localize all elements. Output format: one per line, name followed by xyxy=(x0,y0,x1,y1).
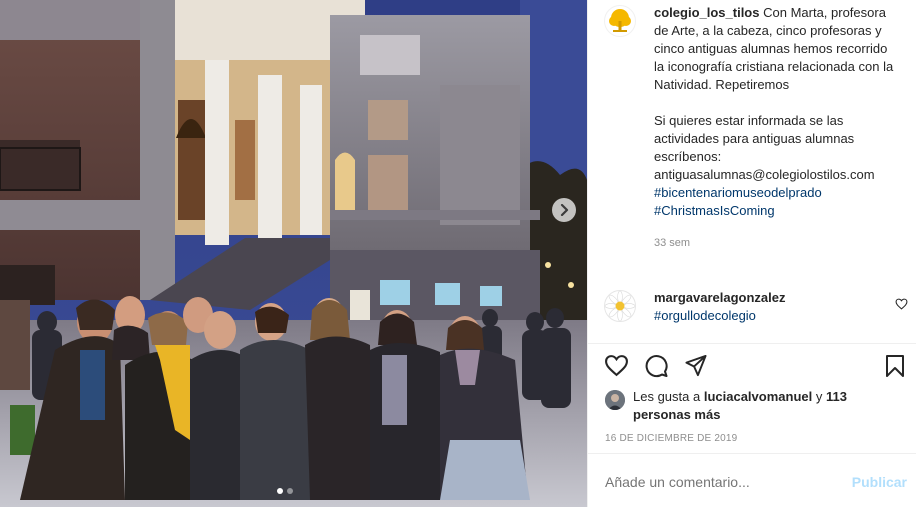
commenter-username[interactable]: margavarelagonzalez xyxy=(654,289,864,307)
likes-prefix: Les gusta a xyxy=(633,389,701,404)
commenter-avatar[interactable] xyxy=(604,290,636,322)
author-avatar[interactable] xyxy=(604,5,636,37)
carousel-dot-2 xyxy=(287,488,293,494)
person-avatar-icon xyxy=(605,390,625,410)
museum-group-photo xyxy=(0,0,587,507)
like-heart-icon[interactable] xyxy=(604,354,629,377)
liker-username[interactable]: luciacalvomanuel xyxy=(704,389,812,404)
action-bar xyxy=(604,354,904,384)
tree-logo-icon xyxy=(609,9,631,32)
post-time-ago[interactable]: 33 sem xyxy=(654,237,904,249)
comment-input[interactable] xyxy=(605,474,835,490)
comment-row: margavarelagonzalez #orgullodecolegio xyxy=(604,289,908,325)
share-paper-plane-icon[interactable] xyxy=(684,354,708,377)
like-comment-heart-icon[interactable] xyxy=(895,298,908,310)
carousel-dot-1 xyxy=(277,488,283,494)
post-date[interactable]: 16 DE DICIEMBRE DE 2019 xyxy=(605,433,737,444)
comment-hashtag[interactable]: #orgullodecolegio xyxy=(654,307,864,325)
post-caption: colegio_los_tilos Con Marta, profesora d… xyxy=(654,4,900,220)
caption-text-2: Si quieres estar informada se las activi… xyxy=(654,113,875,182)
publish-button[interactable]: Publicar xyxy=(852,474,907,490)
comment-bubble-icon[interactable] xyxy=(644,354,669,378)
caption-block: colegio_los_tilos Con Marta, profesora d… xyxy=(604,4,904,249)
post-photo[interactable] xyxy=(0,0,587,507)
carousel-indicator xyxy=(277,488,293,494)
likes-connector: y xyxy=(815,389,823,404)
chevron-right-icon xyxy=(560,204,569,216)
hashtag-link[interactable]: #bicentenariomuseodelprado xyxy=(654,184,900,202)
post-details-panel: colegio_los_tilos Con Marta, profesora d… xyxy=(587,0,916,507)
likes-summary: Les gusta a luciacalvomanuel y 113 perso… xyxy=(605,388,873,424)
author-username[interactable]: colegio_los_tilos xyxy=(654,5,759,20)
hashtag-link[interactable]: #ChristmasIsComing xyxy=(654,202,900,220)
instagram-post: colegio_los_tilos Con Marta, profesora d… xyxy=(0,0,916,507)
comment-body: margavarelagonzalez #orgullodecolegio xyxy=(654,289,864,325)
add-comment-bar: Publicar xyxy=(588,453,916,507)
daisy-icon xyxy=(605,291,635,321)
likes-text: Les gusta a luciacalvomanuel y 113 perso… xyxy=(633,388,873,424)
save-bookmark-icon[interactable] xyxy=(885,354,905,378)
post-actions-section: Les gusta a luciacalvomanuel y 113 perso… xyxy=(588,343,916,444)
group-of-people xyxy=(20,296,530,500)
liker-avatar[interactable] xyxy=(605,390,625,410)
carousel-next-button[interactable] xyxy=(552,198,576,222)
